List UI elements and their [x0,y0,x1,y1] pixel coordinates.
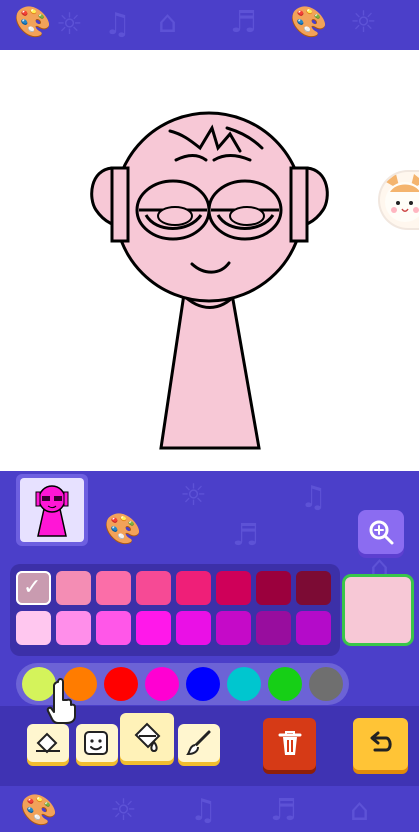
rabbit-icon: ⌂ [350,793,370,828]
check-icon: ✓ [23,575,42,600]
music-icon: ♫ [300,480,327,515]
color-dot[interactable] [227,667,261,701]
sun-icon: ☼ [56,7,83,42]
delete-button[interactable] [263,718,316,770]
drawing-canvas[interactable] [0,50,419,471]
paint-bucket-icon [134,722,161,753]
current-color-preview[interactable] [345,577,411,643]
palette-swatch[interactable] [56,611,91,645]
palette-swatch[interactable] [56,571,91,605]
color-dot[interactable] [268,667,302,701]
color-dot[interactable] [309,667,343,701]
color-dot[interactable] [186,667,220,701]
palette-swatch[interactable] [216,571,251,605]
undo-icon [370,731,392,752]
palette-swatch[interactable] [216,611,251,645]
eraser-icon [36,732,60,754]
color-dot[interactable] [145,667,179,701]
headphones-icon: ♬ [270,793,297,828]
palette-swatch[interactable] [296,571,331,605]
music-icon: ♫ [104,7,131,42]
color-dot[interactable] [104,667,138,701]
sticker-icon [84,731,108,755]
bottom-strip: 🎨 ☼ ♫ ♬ ⌂ [0,786,419,832]
palette-swatch[interactable] [136,611,171,645]
brush-icon [186,730,211,756]
sun-icon: ☼ [350,5,377,40]
color-palette: ✓ [10,564,340,656]
palette-swatch[interactable] [96,571,131,605]
music-icon: ♫ [190,793,217,828]
palette-icon: 🎨 [104,512,142,547]
trash-icon [278,731,301,755]
headphones-icon: ♬ [232,518,259,553]
zoom-button[interactable] [358,510,404,554]
palette-swatch[interactable]: ✓ [16,571,51,605]
thumbnail-preview[interactable] [20,478,84,542]
palette-swatch[interactable] [176,611,211,645]
palette-swatch[interactable] [256,611,291,645]
palette-icon: 🎨 [290,5,328,40]
sun-icon: ☼ [180,478,207,513]
top-bar: 🎨 ☼ ♫ ⌂ ♬ 🎨 ☼ [0,0,419,50]
palette-swatch[interactable] [96,611,131,645]
character-drawing[interactable] [0,50,419,471]
hand-pointer-icon [46,678,76,724]
palette-swatch[interactable] [16,611,51,645]
palette-icon: 🎨 [14,5,52,40]
palette-swatch[interactable] [176,571,211,605]
sun-icon: ☼ [110,793,137,828]
rabbit-icon: ⌂ [158,5,178,40]
brush-button[interactable] [178,724,220,762]
zoom-in-icon [369,520,394,545]
undo-button[interactable] [353,718,408,770]
palette-swatch[interactable] [296,611,331,645]
fill-button[interactable] [120,713,174,761]
palette-icon: 🎨 [20,793,58,828]
headphones-icon: ♬ [230,5,257,40]
palette-swatch[interactable] [256,571,291,605]
sticker-button[interactable] [76,724,118,762]
eraser-button[interactable] [27,724,69,762]
palette-swatch[interactable] [136,571,171,605]
